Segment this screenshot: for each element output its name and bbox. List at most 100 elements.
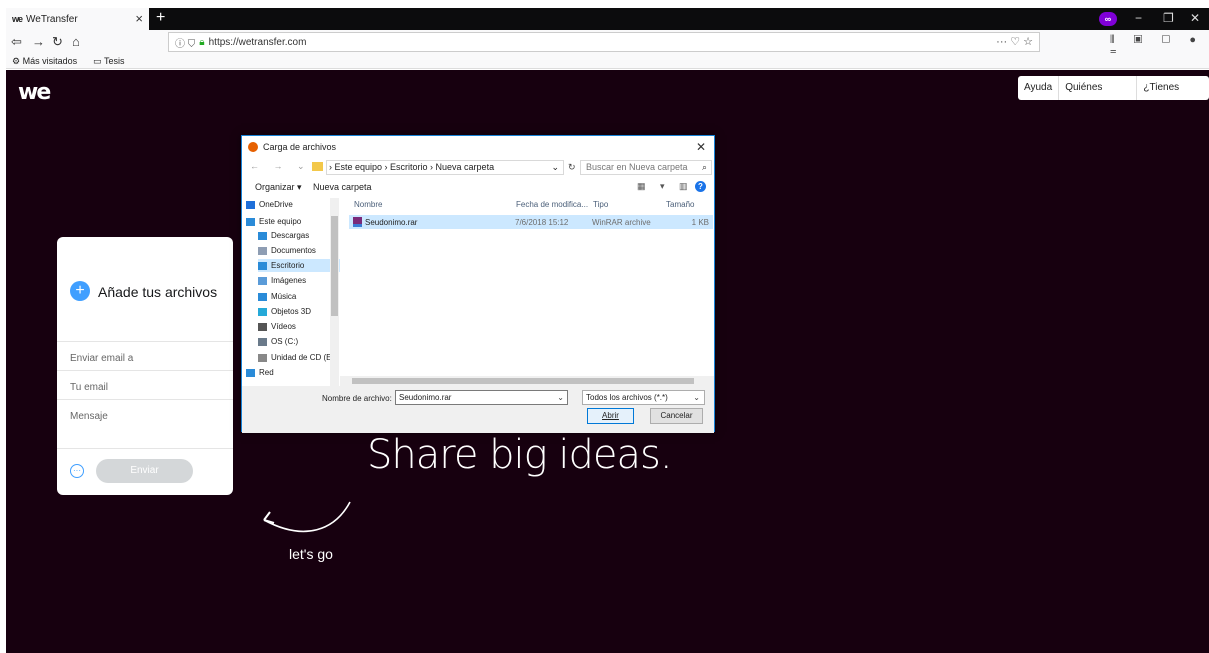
tab-title: WeTransfer [26,13,78,25]
restore-icon[interactable]: ❐ [1163,11,1174,25]
bookmark-mas-visitados[interactable]: ⚙︎ Más visitados [12,56,85,67]
folder-icon [258,261,267,270]
email-to-field[interactable]: Enviar email a [70,353,133,364]
bookmark-tesis[interactable]: ▭ Tesis [93,56,132,67]
tree-item[interactable]: Este equipo [246,215,334,228]
tree-item-label: Documentos [271,246,316,255]
window-close-icon[interactable]: ✕ [1190,11,1200,25]
folder-icon [246,200,255,209]
divider [57,448,233,449]
folder-icon [258,246,267,255]
divider [57,341,233,342]
tree-item[interactable]: Imágenes [258,274,340,287]
lets-go-text: let's go [289,546,333,562]
divider [57,399,233,400]
tree-item[interactable]: Objetos 3D [258,305,340,318]
dialog-footer: Nombre de archivo: Seudonimo.rar ⌄ Todos… [242,386,714,433]
bookmarks-bar: ⚙︎ Más visitados ▭ Tesis [6,54,1209,69]
horizontal-scrollbar[interactable] [340,376,714,386]
file-type: WinRAR archive [592,218,651,227]
tree-item-label: Descargas [271,231,310,240]
tab-wetransfer[interactable]: we WeTransfer × [6,8,149,30]
your-email-field[interactable]: Tu email [70,382,108,393]
wetransfer-logo[interactable]: we [18,80,51,105]
folder-icon [312,162,323,171]
tree-item[interactable]: Documentos [258,244,340,257]
add-files-label[interactable]: Añade tus archivos [98,284,217,300]
help-icon[interactable]: ? [695,181,706,192]
chevron-down-icon[interactable]: ⌄ [557,391,564,404]
url-bar[interactable]: ⓘ ⛉ 🔒︎ https://wetransfer.com ··· ♡ ☆ [168,32,1040,52]
filetype-select[interactable]: Todos los archivos (*.*) ⌄ [582,390,705,405]
file-upload-dialog: Carga de archivos ✕ ← → ⌄ ↑ › Este equip… [241,135,715,433]
tree-item-label: Escritorio [271,261,305,270]
tree-item[interactable]: Descargas [258,229,340,242]
tree-item-label: OneDrive [259,200,293,209]
upload-panel: + Añade tus archivos Enviar email a Tu e… [57,237,233,495]
folder-icon [258,353,267,362]
column-fecha[interactable]: Fecha de modifica... [516,200,588,209]
organize-menu[interactable]: Organizar ▾ [255,182,302,193]
folder-icon [258,276,267,285]
tree-item[interactable]: OS (C:) [258,335,340,348]
forward-icon[interactable]: → [32,34,45,49]
tab-close-icon[interactable]: × [135,11,143,26]
rar-file-icon [353,217,362,227]
tree-item[interactable]: Escritorio [258,259,340,272]
tree-item[interactable]: Vídeos [258,320,340,333]
curved-arrow-icon [263,501,351,533]
site-info-icon[interactable]: ⓘ ⛉ [175,35,195,50]
search-input[interactable]: Buscar en Nueva carpeta ⌕ [580,160,712,175]
tree-item-label: Unidad de CD (E [271,353,332,362]
firefox-icon [248,142,258,152]
dialog-close-icon[interactable]: ✕ [696,140,706,154]
file-row[interactable]: Seudonimo.rar 7/6/2018 15:12 WinRAR arch… [349,215,713,229]
new-folder-button[interactable]: Nueva carpeta [313,182,372,192]
filename-input[interactable]: Seudonimo.rar ⌄ [395,390,568,405]
nav-bar: ⇦ → ↻ ⌂ ⓘ ⛉ 🔒︎ https://wetransfer.com ··… [6,30,1209,59]
nav-ayuda[interactable]: Ayuda [1018,76,1058,100]
page-actions-icon[interactable]: ··· ♡ ☆ [996,35,1033,48]
open-button[interactable]: Abrir [587,408,634,424]
tree-item[interactable]: Música [258,290,340,303]
search-icon: ⌕ [701,162,707,172]
tree-item[interactable]: Red [246,366,334,379]
divider [57,370,233,371]
file-date: 7/6/2018 15:12 [515,218,569,227]
tree-item-label: Objetos 3D [271,307,312,316]
cancel-button[interactable]: Cancelar [650,408,703,424]
options-icon[interactable]: ··· [70,464,84,478]
file-size: 1 KB [691,218,709,227]
url-text: https://wetransfer.com [208,36,307,48]
nav-tienes-plus[interactable]: ¿Tienes Plus? [1136,76,1209,100]
send-button[interactable]: Enviar [96,459,193,483]
scrollbar-thumb[interactable] [352,378,694,384]
home-icon[interactable]: ⌂ [72,34,80,49]
tree-scrollbar[interactable] [330,198,339,386]
tree-item[interactable]: OneDrive [246,198,334,211]
dialog-title-bar: Carga de archivos ✕ [242,136,714,158]
chevron-down-icon: ⌄ [693,393,700,402]
add-files-button[interactable]: + [70,281,90,301]
tab-bar: we WeTransfer × + ∞ − ❐ ✕ [6,8,1209,30]
new-tab-button[interactable]: + [156,9,165,27]
column-nombre[interactable]: Nombre [354,200,382,209]
tree-item-label: Red [259,368,274,377]
message-field[interactable]: Mensaje [70,411,108,422]
minimize-icon[interactable]: − [1135,11,1142,25]
scrollbar-thumb[interactable] [331,216,338,316]
reload-icon[interactable]: ↻ [52,34,63,50]
column-tamano[interactable]: Tamaño [666,200,694,209]
tree-item[interactable]: Unidad de CD (E [258,351,340,364]
chevron-down-icon[interactable]: ⌄ [551,161,559,174]
refresh-icon[interactable]: ↻ [568,162,576,173]
nav-quienes-somos[interactable]: Quiénes somos [1058,76,1136,100]
folder-icon [258,231,267,240]
folder-icon [258,307,267,316]
lock-icon: 🔒︎ [199,36,205,48]
view-options-icon[interactable]: ▦ ▾ ▥ [637,181,694,192]
breadcrumb[interactable]: › Este equipo › Escritorio › Nueva carpe… [326,160,564,175]
back-icon[interactable]: ⇦ [11,34,22,50]
dialog-title: Carga de archivos [263,142,337,152]
column-tipo[interactable]: Tipo [593,200,608,209]
